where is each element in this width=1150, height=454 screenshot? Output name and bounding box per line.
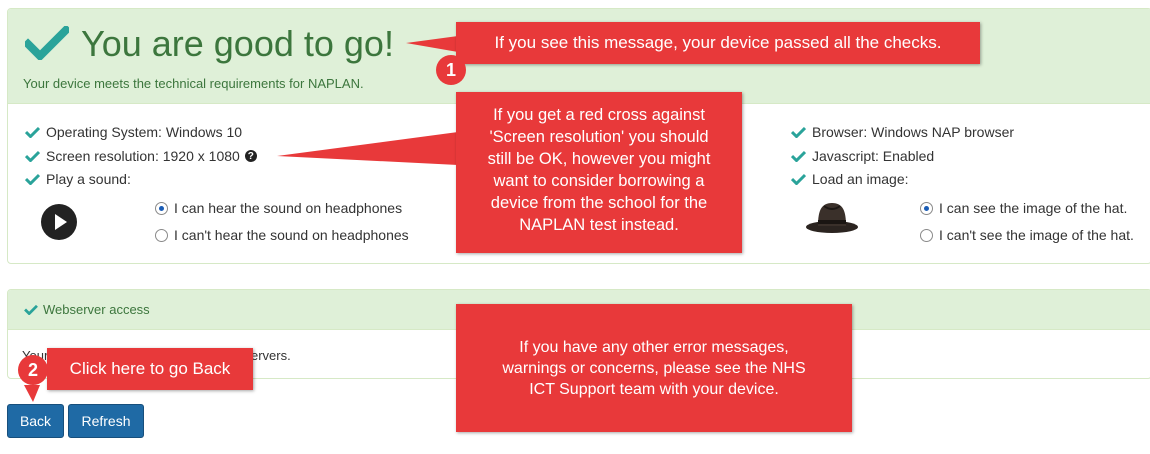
check-os: Operating System: Windows 10 — [25, 124, 242, 140]
check-resolution-label: Screen resolution: 1920 x 1080 — [46, 148, 240, 164]
callout-passed-text: If you see this message, your device pas… — [494, 33, 942, 52]
page-subtitle: Your device meets the technical requirem… — [23, 76, 364, 91]
check-icon — [25, 173, 40, 185]
image-option-yes[interactable]: I can see the image of the hat. — [920, 200, 1127, 216]
radio-icon[interactable] — [155, 201, 168, 215]
back-button[interactable]: Back — [7, 404, 64, 438]
radio-icon[interactable] — [920, 228, 933, 242]
radio-icon[interactable] — [155, 228, 168, 242]
check-browser: Browser: Windows NAP browser — [791, 124, 1014, 140]
callout-resolution-text: If you get a red cross against 'Screen r… — [487, 106, 711, 234]
webserver-title: Webserver access — [24, 302, 150, 317]
check-javascript: Javascript: Enabled — [791, 148, 934, 164]
hat-image — [806, 203, 858, 233]
sound-option-yes-label: I can hear the sound on headphones — [174, 200, 403, 216]
sound-option-yes[interactable]: I can hear the sound on headphones — [155, 200, 402, 216]
sound-option-no[interactable]: I can't hear the sound on headphones — [155, 227, 409, 243]
callout-passed: If you see this message, your device pas… — [456, 22, 980, 64]
help-icon[interactable]: ? — [244, 150, 257, 162]
check-icon — [25, 150, 40, 162]
image-option-no[interactable]: I can't see the image of the hat. — [920, 227, 1134, 243]
check-icon — [791, 150, 806, 162]
check-sound: Play a sound: — [25, 171, 131, 187]
check-icon — [25, 26, 69, 60]
check-image-label: Load an image: — [812, 171, 909, 187]
radio-icon[interactable] — [920, 201, 933, 215]
callout-resolution: If you get a red cross against 'Screen r… — [456, 92, 742, 253]
page-title: You are good to go! — [81, 23, 394, 64]
callout-errors: If you have any other error messages, wa… — [456, 304, 852, 432]
check-icon — [791, 173, 806, 185]
check-icon — [25, 126, 40, 138]
check-sound-label: Play a sound: — [46, 171, 131, 187]
sound-option-no-label: I can't hear the sound on headphones — [174, 227, 409, 243]
play-icon[interactable] — [41, 204, 77, 240]
check-os-label: Operating System: Windows 10 — [46, 124, 243, 140]
check-browser-label: Browser: Windows NAP browser — [812, 124, 1015, 140]
callout-go-back-text: Click here to go Back — [69, 359, 231, 378]
image-option-no-label: I can't see the image of the hat. — [939, 227, 1134, 243]
webserver-title-label: Webserver access — [43, 302, 150, 317]
refresh-button[interactable]: Refresh — [68, 404, 144, 438]
check-icon — [791, 126, 806, 138]
callout-badge-1: 1 — [436, 55, 466, 85]
webserver-body-end: ervers. — [251, 348, 291, 363]
image-option-yes-label: I can see the image of the hat. — [939, 200, 1128, 216]
callout-errors-text: If you have any other error messages, wa… — [502, 339, 806, 398]
check-resolution: Screen resolution: 1920 x 1080 ? — [25, 148, 257, 164]
callout-badge-2: 2 — [18, 355, 48, 385]
callout-go-back: Click here to go Back — [47, 348, 253, 390]
check-javascript-label: Javascript: Enabled — [812, 148, 935, 164]
check-image: Load an image: — [791, 171, 909, 187]
check-icon — [24, 304, 38, 315]
